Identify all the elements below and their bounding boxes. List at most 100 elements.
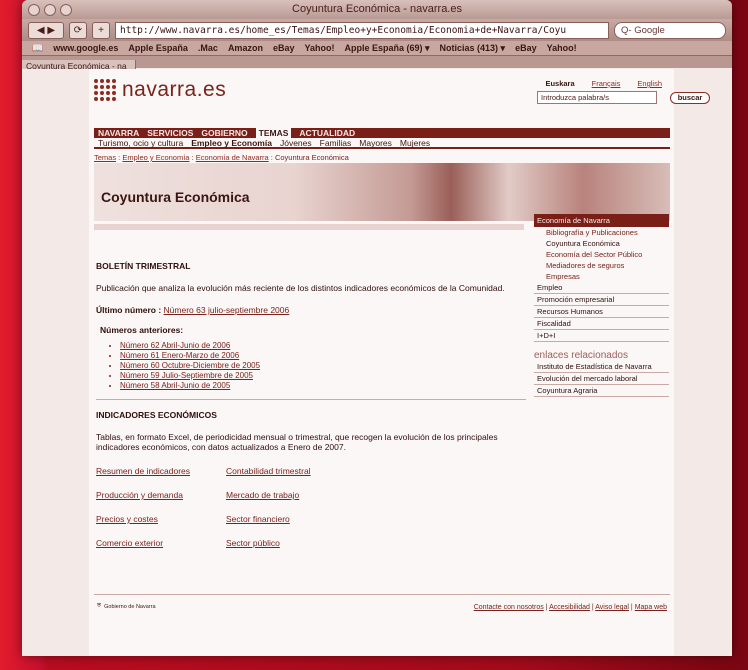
close-button[interactable] [28,4,40,16]
bookmark-item[interactable]: Yahoo! [304,43,334,53]
site-search-input[interactable]: Introduzca palabra/s [537,91,657,104]
link-resumen[interactable]: Resumen de indicadores [96,466,226,476]
lang-euskara[interactable]: Euskara [545,79,574,88]
bookmark-item[interactable]: Yahoo! [547,43,577,53]
subnav-mujeres[interactable]: Mujeres [400,138,430,148]
footer-link[interactable]: Contacte con nosotros [474,604,544,611]
browser-toolbar: ◀ ▶ ⟳ + http://www.navarra.es/home_es/Te… [22,19,732,41]
nav-actualidad[interactable]: ACTUALIDAD [299,128,355,138]
list-item[interactable]: Número 62 Abril-Junio de 2006 [120,341,526,351]
lang-francais[interactable]: Français [592,79,621,88]
site-logo[interactable]: navarra.es [94,78,226,102]
related-link[interactable]: Coyuntura Agraria [534,385,669,397]
title-bar[interactable]: Coyuntura Económica - navarra.es [22,0,732,19]
tab-bar: Coyuntura Económica - na [22,56,732,72]
sidebar: Economía de Navarra Bibliografía y Publi… [534,214,669,397]
sidebar-subitem[interactable]: Mediadores de seguros [534,260,669,271]
list-item[interactable]: Número 60 Octubre-Diciembre de 2005 [120,361,526,371]
browser-window: Coyuntura Económica - navarra.es ◀ ▶ ⟳ +… [22,0,732,656]
footer-links: Contacte con nosotros | Accesibilidad | … [473,604,667,611]
sidebar-item[interactable]: I+D+I [534,330,669,342]
bookmark-item[interactable]: .Mac [198,43,218,53]
reload-button[interactable]: ⟳ [69,21,87,39]
add-bookmark-button[interactable]: + [92,21,110,39]
footer-logo[interactable]: ⛨ Gobierno de Navarra [97,603,156,610]
window-title: Coyuntura Económica - navarra.es [292,3,462,15]
sidebar-item[interactable]: Empleo [534,282,669,294]
page-content: navarra.es Euskara Français English Intr… [89,69,710,656]
indicadores-text: Tablas, en formato Excel, de periodicida… [96,432,498,452]
window-controls [28,4,72,16]
bookmarks-bar: 📖 www.google.es Apple España .Mac Amazon… [22,41,732,56]
related-title: enlaces relacionados [534,350,628,361]
sidebar-subitem[interactable]: Bibliografía y Publicaciones [534,227,669,238]
search-button[interactable]: buscar [670,92,710,104]
anteriores-label: Números anteriores: [100,325,184,335]
logo-dots-icon [94,79,116,101]
link-financiero[interactable]: Sector financiero [226,514,376,524]
main-column: BOLETÍN TRIMESTRAL Publicación que anali… [96,239,526,548]
minimize-button[interactable] [44,4,56,16]
bookmark-item[interactable]: eBay [515,43,537,53]
nav-gobierno[interactable]: GOBIERNO [201,128,247,138]
link-publico[interactable]: Sector público [226,538,376,548]
sidebar-subitem[interactable]: Empresas [534,271,669,282]
sidebar-subitem[interactable]: Economía del Sector Público [534,249,669,260]
lang-english[interactable]: English [637,79,662,88]
boletin-text: Publicación que analiza la evolución más… [96,283,505,293]
sidebar-item[interactable]: Fiscalidad [534,318,669,330]
bookmarks-book-icon[interactable]: 📖 [32,43,43,54]
nav-temas[interactable]: TEMAS [255,128,292,138]
sidebar-head[interactable]: Economía de Navarra [534,214,669,227]
subnav-familias[interactable]: Familias [320,138,352,148]
breadcrumb-temas[interactable]: Temas [94,153,116,162]
nav-navarra[interactable]: NAVARRA [98,128,139,138]
ultimo-numero: Último número : Número 63 julio-septiemb… [96,305,290,315]
link-comercio[interactable]: Comercio exterior [96,538,226,548]
link-mercado[interactable]: Mercado de trabajo [226,490,376,500]
subnav-mayores[interactable]: Mayores [359,138,392,148]
footer-link[interactable]: Mapa web [635,604,667,611]
link-contabilidad[interactable]: Contabilidad trimestral [226,466,376,476]
sidebar-item[interactable]: Promoción empresarial [534,294,669,306]
subnav-turismo[interactable]: Turismo, ocio y cultura [98,138,183,148]
breadcrumb-economia[interactable]: Economía de Navarra [196,153,269,162]
breadcrumb-empleo[interactable]: Empleo y Economía [122,153,189,162]
footer-link[interactable]: Aviso legal [595,604,629,611]
anteriores-list: Número 62 Abril-Junio de 2006 Número 61 … [96,341,526,391]
web-page: navarra.es Euskara Français English Intr… [22,69,732,656]
bookmark-item[interactable]: Apple España (69) ▾ [344,43,429,54]
page-footer: ⛨ Gobierno de Navarra Contacte con nosot… [94,594,670,619]
link-precios[interactable]: Precios y costes [96,514,226,524]
bookmark-item[interactable]: www.google.es [53,43,118,53]
footer-link[interactable]: Accesibilidad [549,604,590,611]
search-field[interactable]: Q- Google [614,21,726,39]
coat-of-arms-icon: ⛨ [97,603,102,609]
page-title: Coyuntura Económica [101,189,250,205]
sub-nav: Turismo, ocio y cultura Empleo y Economí… [94,138,670,149]
bookmark-item[interactable]: Amazon [228,43,263,53]
back-forward-buttons[interactable]: ◀ ▶ [28,21,64,39]
list-item[interactable]: Número 61 Enero-Marzo de 2006 [120,351,526,361]
related-link[interactable]: Evolución del mercado laboral [534,373,669,385]
subnav-jovenes[interactable]: Jóvenes [280,138,312,148]
page-banner: Coyuntura Económica [94,163,670,221]
ultimo-link[interactable]: Número 63 julio-septiembre 2006 [164,305,290,315]
bookmark-item[interactable]: Apple España [128,43,188,53]
address-bar[interactable]: http://www.navarra.es/home_es/Temas/Empl… [115,21,609,39]
zoom-button[interactable] [60,4,72,16]
nav-servicios[interactable]: SERVICIOS [147,128,193,138]
list-item[interactable]: Número 59 Julio-Septiembre de 2005 [120,371,526,381]
subnav-empleo[interactable]: Empleo y Economía [191,138,272,148]
related-link[interactable]: Instituto de Estadística de Navarra [534,361,669,373]
sidebar-item[interactable]: Recursos Humanos [534,306,669,318]
language-links: Euskara Français English [545,79,662,88]
boletin-heading: BOLETÍN TRIMESTRAL [96,261,191,271]
bookmark-item[interactable]: eBay [273,43,295,53]
indicadores-links: Resumen de indicadores Contabilidad trim… [96,466,526,548]
link-produccion[interactable]: Producción y demanda [96,490,226,500]
sidebar-subitem[interactable]: Coyuntura Económica [534,238,669,249]
breadcrumb: Temas : Empleo y Economía : Economía de … [94,153,349,162]
bookmark-item[interactable]: Noticias (413) ▾ [440,43,506,54]
list-item[interactable]: Número 58 Abril-Junio de 2005 [120,381,526,391]
